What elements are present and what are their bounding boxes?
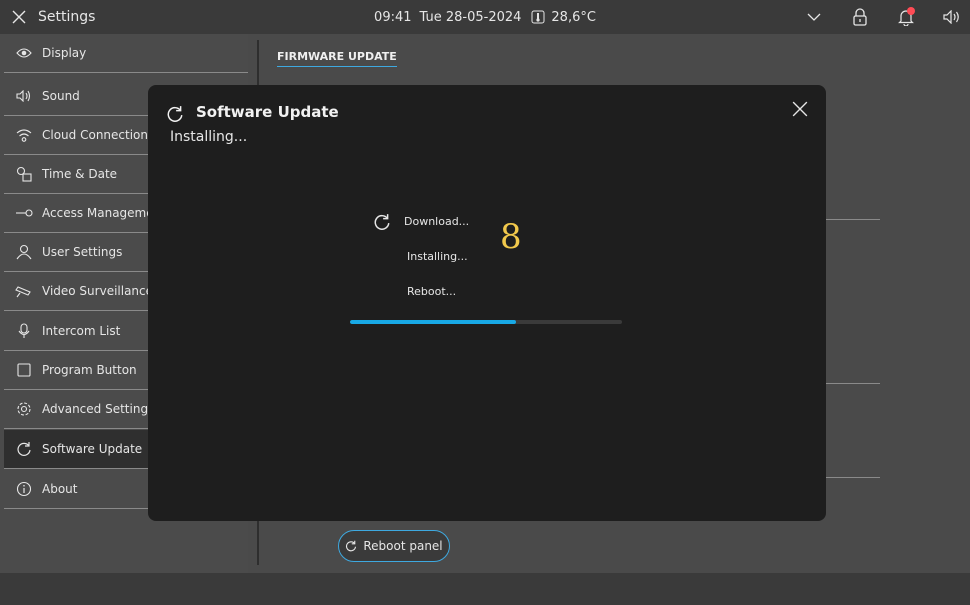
section-title: FIRMWARE UPDATE bbox=[277, 50, 397, 67]
divider bbox=[826, 383, 880, 384]
step-download: Download... bbox=[404, 215, 470, 228]
sidebar-item-label: Video Surveillance bbox=[42, 284, 154, 298]
gear-icon bbox=[14, 401, 34, 417]
sidebar-item-label: Software Update bbox=[42, 442, 143, 456]
bottom-bar bbox=[0, 573, 970, 605]
step-installing: Installing... bbox=[407, 250, 468, 263]
close-icon[interactable] bbox=[792, 101, 810, 119]
calendar-clock-icon bbox=[14, 166, 34, 182]
sidebar-item-label: About bbox=[42, 482, 78, 496]
key-icon bbox=[14, 205, 34, 221]
refresh-icon bbox=[166, 105, 184, 123]
user-icon bbox=[14, 244, 34, 260]
dialog-title: Software Update bbox=[196, 103, 339, 121]
sidebar-item-label: Display bbox=[42, 46, 87, 60]
step-reboot: Reboot... bbox=[407, 285, 457, 298]
wifi-icon bbox=[14, 127, 34, 143]
sidebar-item-label: Program Button bbox=[42, 363, 137, 377]
bell-icon[interactable] bbox=[896, 7, 916, 27]
chevron-down-icon[interactable] bbox=[804, 7, 824, 27]
close-icon[interactable] bbox=[10, 8, 28, 26]
refresh-icon bbox=[14, 441, 34, 457]
progress-bar bbox=[350, 320, 622, 324]
info-icon bbox=[14, 481, 34, 497]
sidebar-item-label: Cloud Connections bbox=[42, 128, 155, 142]
software-update-dialog: Software Update Installing... Download..… bbox=[148, 85, 826, 521]
sidebar-item-label: Access Manageme bbox=[42, 206, 154, 220]
reboot-panel-label: Reboot panel bbox=[363, 539, 443, 553]
thermometer-icon bbox=[531, 10, 545, 24]
speaker-icon bbox=[14, 88, 34, 104]
refresh-icon bbox=[373, 213, 391, 231]
dialog-subtitle: Installing... bbox=[170, 129, 248, 145]
microphone-icon bbox=[14, 323, 34, 339]
countdown-number: 8 bbox=[500, 217, 522, 257]
divider bbox=[826, 477, 880, 478]
sidebar-item-label: Advanced Settings bbox=[42, 402, 155, 416]
progress-fill bbox=[350, 320, 516, 324]
refresh-icon bbox=[345, 540, 357, 552]
sidebar-item-label: User Settings bbox=[42, 245, 123, 259]
window-title: Settings bbox=[38, 9, 96, 25]
sidebar-item-label: Sound bbox=[42, 89, 80, 103]
clock-time: 09:41 bbox=[374, 9, 412, 25]
divider bbox=[826, 219, 880, 220]
speaker-icon[interactable] bbox=[942, 7, 962, 27]
sidebar-item-label: Time & Date bbox=[42, 167, 118, 181]
reboot-panel-button[interactable]: Reboot panel bbox=[338, 530, 450, 562]
notification-dot bbox=[907, 7, 915, 15]
sidebar-item-display[interactable]: Display bbox=[4, 34, 248, 73]
top-bar: Settings 09:41 Tue 28-05-2024 28,6°C bbox=[0, 0, 970, 34]
temperature-value: 28,6°C bbox=[551, 9, 596, 25]
camera-icon bbox=[14, 283, 34, 299]
clock-date: Tue 28-05-2024 bbox=[419, 9, 522, 25]
square-icon bbox=[14, 362, 34, 378]
sidebar-item-label: Intercom List bbox=[42, 324, 121, 338]
eye-icon bbox=[14, 45, 34, 61]
lock-icon[interactable] bbox=[850, 7, 870, 27]
